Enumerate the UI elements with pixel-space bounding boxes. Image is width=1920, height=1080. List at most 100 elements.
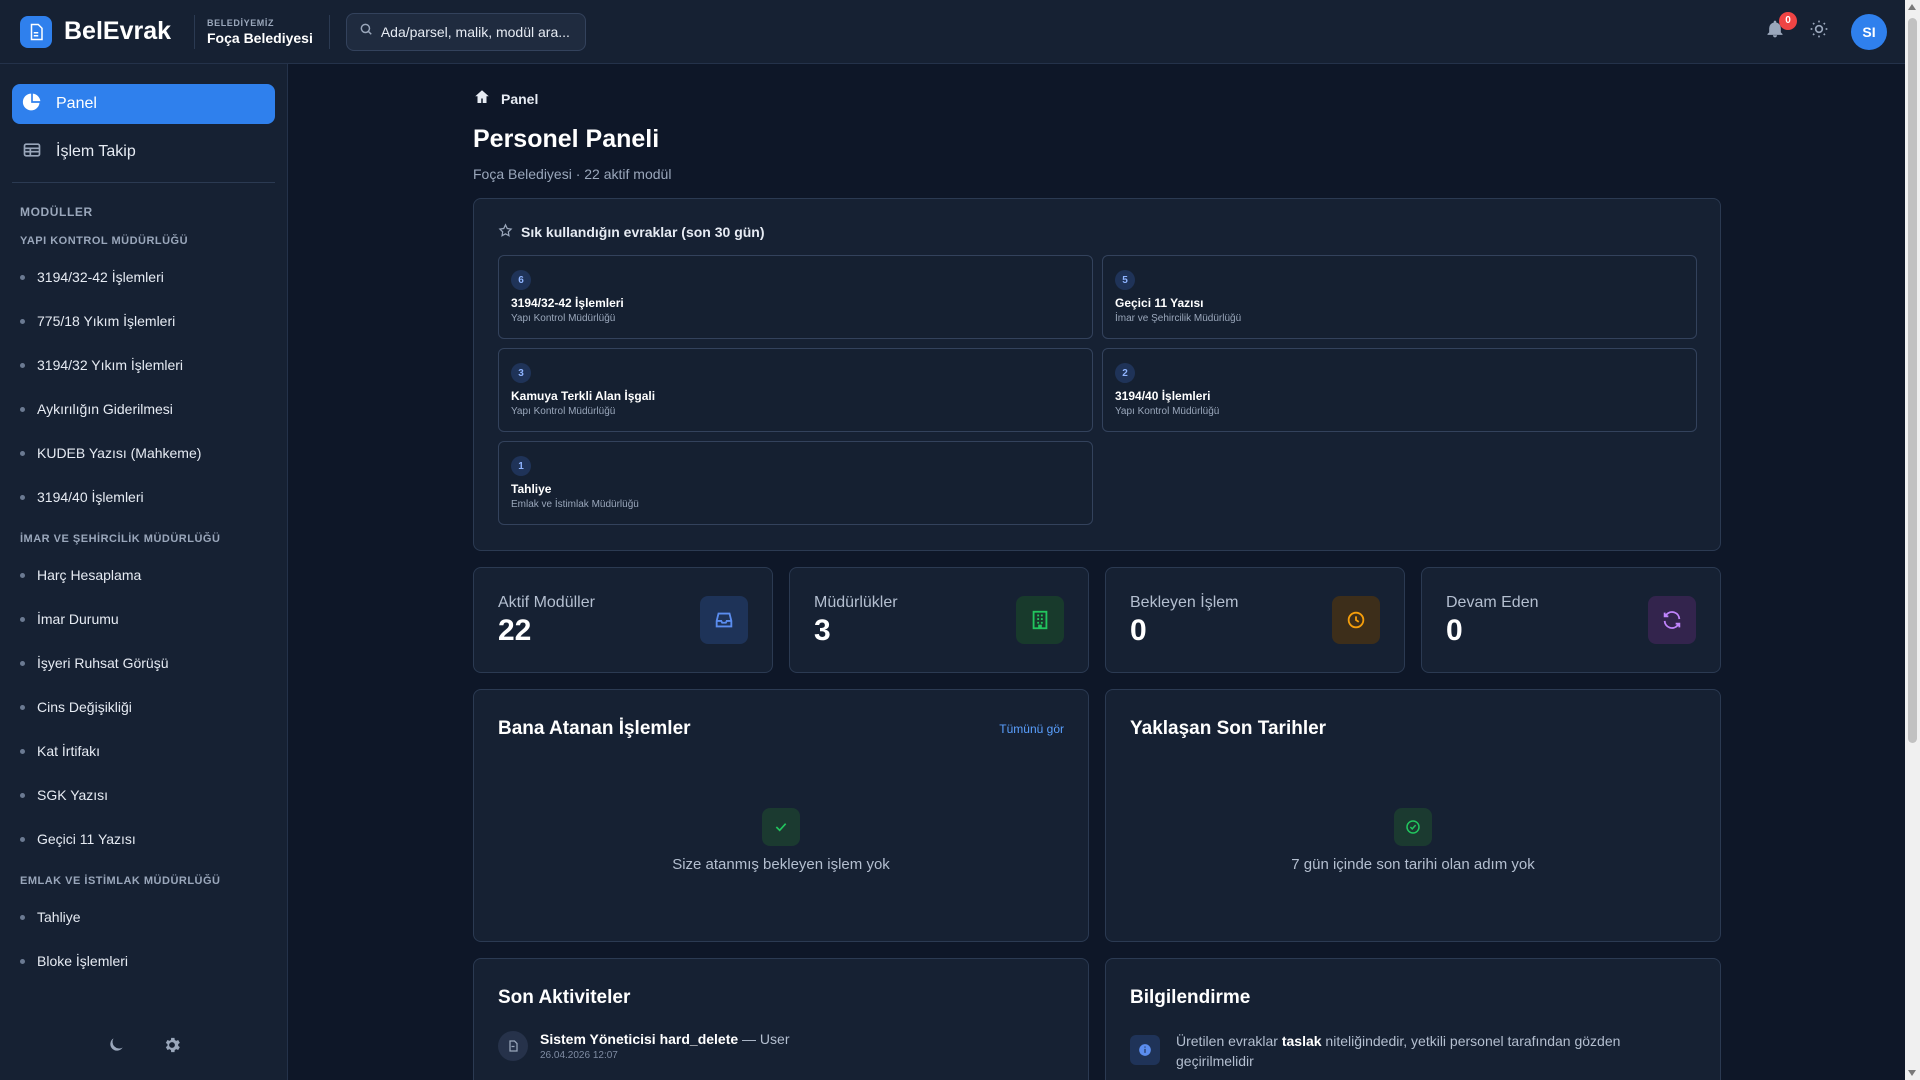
info-icon (1130, 1035, 1160, 1065)
home-icon[interactable] (473, 88, 491, 109)
bullet (20, 914, 25, 920)
notice-bold: taslak (1281, 1033, 1322, 1049)
notifications-button[interactable]: 0 (1763, 11, 1797, 44)
bullet (20, 748, 25, 754)
module-label: 3194/40 İşlemleri (37, 489, 144, 505)
module-item[interactable]: 3194/40 İşlemleri (0, 475, 287, 519)
module-item[interactable]: Geçici 11 Yazısı (0, 817, 287, 861)
module-label: Kat İrtifakı (37, 743, 101, 759)
module-label: İşyeri Ruhsat Görüşü (37, 655, 169, 671)
bullet (20, 836, 25, 842)
module-item[interactable]: Aykırılığın Giderilmesi (0, 387, 287, 431)
module-item[interactable]: 3194/32-42 İşlemleri (0, 255, 287, 299)
table-icon (22, 140, 42, 165)
favorite-department: İmar ve Şehircilik Müdürlüğü (1115, 313, 1242, 324)
empty-state-text: Size atanmış bekleyen işlem yok (672, 856, 890, 873)
stat-card-departments: Müdürlükler 3 (789, 567, 1089, 673)
module-item[interactable]: SGK Yazısı (0, 773, 287, 817)
sun-icon[interactable] (1809, 19, 1829, 44)
moon-icon[interactable] (106, 1035, 126, 1060)
activity-item[interactable]: Sistem Yöneticisi hard_delete — User 26.… (498, 1031, 1064, 1061)
group-heading: EMLAK VE İSTİMLAK MÜDÜRLÜĞÜ (20, 875, 221, 887)
page-scrollbar[interactable] (1905, 0, 1920, 1080)
notice-text: Üretilen evraklar (1176, 1033, 1282, 1049)
search-input[interactable] (380, 23, 581, 40)
module-label: Aykırılığın Giderilmesi (37, 401, 173, 417)
usage-count-badge: 5 (1115, 270, 1135, 290)
favorite-item[interactable]: 2 3194/40 İşlemleri Yapı Kontrol Müdürlü… (1102, 348, 1697, 432)
search-box[interactable] (345, 12, 586, 51)
sidebar-item-label: İşlem Takip (56, 143, 136, 160)
scroll-down-arrow[interactable] (1908, 1070, 1916, 1076)
usage-count-badge: 6 (511, 270, 531, 290)
see-all-link[interactable]: Tümünü gör (999, 722, 1064, 736)
notice-panel: Bilgilendirme Üretilen evraklar taslak n… (1105, 958, 1721, 1080)
favorites-title: Sık kullandığın evraklar (son 30 gün) (521, 224, 765, 240)
favorite-title: Tahliye (511, 482, 552, 496)
modules-heading: MODÜLLER (20, 205, 93, 219)
module-item[interactable]: İmar Durumu (0, 597, 287, 641)
module-item[interactable]: Kat İrtifakı (0, 729, 287, 773)
stat-card-active-modules: Aktif Modüller 22 (473, 567, 773, 673)
notice-message: Üretilen evraklar taslak niteliğindedir,… (1130, 1031, 1696, 1071)
favorite-department: Emlak ve İstimlak Müdürlüğü (511, 499, 639, 510)
favorite-department: Yapı Kontrol Müdürlüğü (1115, 406, 1220, 417)
sidebar-item-islem-takip[interactable]: İşlem Takip (12, 132, 275, 172)
empty-state: Size atanmış bekleyen işlem yok (474, 808, 1088, 873)
module-item[interactable]: Tahliye (0, 895, 287, 939)
usage-count-badge: 2 (1115, 363, 1135, 383)
page-subtitle: Foça Belediyesi · 22 aktif modül (473, 166, 672, 182)
sidebar-item-panel[interactable]: Panel (12, 84, 275, 124)
gear-icon[interactable] (162, 1035, 182, 1060)
clock-icon (1332, 596, 1380, 644)
favorite-item[interactable]: 3 Kamuya Terkli Alan İşgali Yapı Kontrol… (498, 348, 1093, 432)
panel-title: Bana Atanan İşlemler (498, 718, 691, 739)
module-item[interactable]: Bloke İşlemleri (0, 939, 287, 983)
user-avatar[interactable]: SI (1851, 13, 1887, 50)
panel-title: Bilgilendirme (1130, 987, 1251, 1008)
scroll-up-arrow[interactable] (1908, 4, 1916, 10)
notification-badge: 0 (1779, 11, 1797, 30)
favorites-card: Sık kullandığın evraklar (son 30 gün) 6 … (473, 198, 1721, 551)
bullet (20, 958, 25, 964)
assigned-tasks-panel: Bana Atanan İşlemler Tümünü gör Size ata… (473, 689, 1089, 942)
breadcrumb: Panel (473, 88, 1721, 109)
favorite-item[interactable]: 5 Geçici 11 Yazısı İmar ve Şehircilik Mü… (1102, 255, 1697, 339)
sidebar: Panel İşlem Takip MODÜLLER YAPI KONTROL … (0, 64, 288, 1080)
sidebar-footer (0, 1035, 288, 1060)
module-item[interactable]: İşyeri Ruhsat Görüşü (0, 641, 287, 685)
module-item[interactable]: 775/18 Yıkım İşlemleri (0, 299, 287, 343)
panel-title: Yaklaşan Son Tarihler (1130, 718, 1327, 739)
sidebar-item-label: Panel (56, 95, 97, 112)
module-item[interactable]: Harç Hesaplama (0, 553, 287, 597)
bullet (20, 362, 25, 368)
panel-title: Son Aktiviteler (498, 987, 631, 1008)
app-name: BelEvrak (64, 17, 172, 45)
refresh-icon (1648, 596, 1696, 644)
check-icon (762, 808, 800, 846)
module-item[interactable]: KUDEB Yazısı (Mahkeme) (0, 431, 287, 475)
favorite-item[interactable]: 1 Tahliye Emlak ve İstimlak Müdürlüğü (498, 441, 1093, 525)
bullet (20, 318, 25, 324)
empty-state-text: 7 gün içinde son tarihi olan adım yok (1291, 856, 1535, 873)
activity-date: 26.04.2026 12:07 (540, 1050, 618, 1061)
scroll-thumb[interactable] (1908, 18, 1917, 743)
document-icon (20, 15, 52, 48)
page-title: Personel Paneli (473, 125, 660, 153)
module-label: 775/18 Yıkım İşlemleri (37, 313, 176, 329)
app-logo[interactable]: BelEvrak (0, 15, 194, 48)
stats-row: Aktif Modüller 22 Müdürlükler 3 Bekleyen… (473, 567, 1721, 673)
inbox-icon (700, 596, 748, 644)
bullet (20, 792, 25, 798)
module-label: 3194/32-42 İşlemleri (37, 269, 164, 285)
module-label: Bloke İşlemleri (37, 953, 129, 969)
module-item[interactable]: Cins Değişikliği (0, 685, 287, 729)
activity-actor: Sistem Yöneticisi hard_delete (540, 1031, 739, 1047)
star-icon (498, 223, 513, 241)
favorite-item[interactable]: 6 3194/32-42 İşlemleri Yapı Kontrol Müdü… (498, 255, 1093, 339)
org-caption: BELEDİYEMİZ (207, 17, 275, 28)
bullet (20, 660, 25, 666)
module-item[interactable]: 3194/32 Yıkım İşlemleri (0, 343, 287, 387)
organization-label: BELEDİYEMİZ Foça Belediyesi (194, 14, 330, 49)
check-circle-icon (1394, 808, 1432, 846)
